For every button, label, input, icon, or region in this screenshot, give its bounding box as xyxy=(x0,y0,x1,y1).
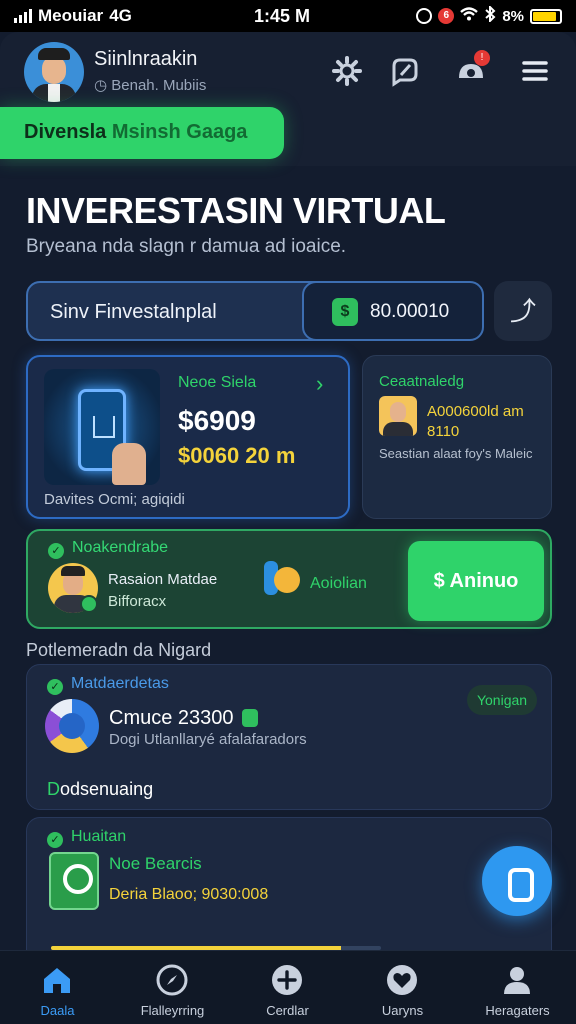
filter-button[interactable]: ⤴ xyxy=(494,281,552,341)
promo-text-a: Divensla xyxy=(24,121,112,143)
featured-footer: Davites Ocmi; agiqidi xyxy=(44,491,185,508)
bluetooth-icon xyxy=(484,4,496,26)
featured-investment-card[interactable]: Neoe Siela › $6909 $0060 20 m Davites Oc… xyxy=(26,355,350,519)
wallet-icon: $ xyxy=(332,298,358,326)
side-card-title: Ceaatnaledg xyxy=(379,373,465,390)
user-subtitle: ◷ Benah. Mubiis xyxy=(94,76,206,94)
recommended-title-text: Noakendrabe xyxy=(72,539,169,556)
list-item-footer-initial: D xyxy=(47,779,60,799)
profile-icon xyxy=(500,963,534,997)
nav-home[interactable]: Daala xyxy=(0,951,115,1024)
clock-small-icon: ◷ xyxy=(94,77,112,94)
balance-value: 80.00010 xyxy=(370,301,450,322)
filter-icon: ⤴ xyxy=(509,296,536,326)
nav-label: Flalleyrring xyxy=(140,1003,205,1018)
recommended-action-label: Aoiolian xyxy=(310,575,367,592)
side-card-avatar xyxy=(379,396,417,436)
user-subtitle-text: Benah. Mubiis xyxy=(111,77,207,94)
recommended-card: ✓ Noakendrabe Rasaion Matdae Bifforacx Ao… xyxy=(26,529,552,629)
verified-badge-icon xyxy=(80,595,98,613)
invest-button[interactable]: $ Aninuo xyxy=(408,541,544,621)
status-badge[interactable]: Yonigan xyxy=(467,685,537,715)
nav-label: Daala xyxy=(40,1003,75,1018)
user-name: Siinlnraakin xyxy=(94,48,198,70)
list-item-tag: ✓ Huaitan xyxy=(47,828,126,848)
wallet-icon xyxy=(241,709,258,727)
side-card-value: A000600ld am 8110 xyxy=(427,403,524,440)
list-item-title-text: Cmuce 23300 xyxy=(109,707,234,729)
nav-favorites[interactable]: Uaryns xyxy=(345,951,460,1024)
list-item-tag-text: Matdaerdetas xyxy=(71,675,169,692)
list-item-tag: ✓ Matdaerdetas xyxy=(47,675,169,695)
network-label: 4G xyxy=(109,6,132,25)
status-right: 6 8% xyxy=(416,4,562,26)
signal-icon xyxy=(14,9,32,23)
notification-badge: 6 xyxy=(438,8,455,24)
smart-home-thumbnail xyxy=(44,369,160,485)
recommended-line-1: Rasaion Matdae xyxy=(108,571,218,588)
nav-label: Cerdlar xyxy=(266,1003,309,1018)
balance-pill[interactable]: $ 80.00010 xyxy=(302,281,484,341)
list-item-footer[interactable]: Dodsenuaing xyxy=(47,779,153,800)
menu-icon[interactable] xyxy=(518,54,552,88)
nav-label: Heragaters xyxy=(485,1003,550,1018)
settings-icon[interactable] xyxy=(330,54,364,88)
bottom-nav: Daala Flalleyrring Cerdlar Uaryns Heraga… xyxy=(0,950,576,1024)
edit-icon[interactable] xyxy=(388,54,422,88)
promo-text-b: Msinsh Gaaga xyxy=(111,121,248,143)
featured-value: $6909 xyxy=(178,405,256,436)
status-left: Meouiar 4G xyxy=(14,6,132,26)
recommended-line-2: Bifforacx xyxy=(108,593,167,610)
add-icon xyxy=(270,963,304,997)
promo-banner[interactable]: Divensla Msinsh Gaaga xyxy=(0,107,284,159)
notifications-icon[interactable]: ! xyxy=(454,50,490,88)
nav-profile[interactable]: Heragaters xyxy=(460,951,575,1024)
list-item[interactable]: ✓ Huaitan Noe Bearcis Deria Blaoo; 9030:0… xyxy=(26,817,552,967)
floating-action-button[interactable] xyxy=(482,846,552,916)
investment-search-field[interactable]: Sinv Finvestalnplal $ 80.00010 xyxy=(26,281,484,341)
list-item[interactable]: ✓ Matdaerdetas Yonigan Cmuce 23300 Dogi U… xyxy=(26,664,552,810)
recommended-text: Rasaion Matdae Bifforacx xyxy=(108,569,217,613)
avatar[interactable] xyxy=(24,42,84,102)
heart-icon xyxy=(385,963,419,997)
invest-button-label: Aninuo xyxy=(449,570,519,592)
clock: 1:45 M xyxy=(254,6,311,26)
wifi-icon xyxy=(460,7,479,25)
nav-explore[interactable]: Flalleyrring xyxy=(115,951,230,1024)
featured-tag: Neoe Siela xyxy=(178,374,257,391)
battery-percent: 8% xyxy=(502,7,524,25)
dollar-icon: $ xyxy=(433,570,450,592)
sync-icon xyxy=(416,8,433,24)
battery-icon xyxy=(530,8,562,24)
check-icon: ✓ xyxy=(47,679,63,695)
list-item-title: Noe Bearcis xyxy=(109,854,202,873)
list-item-subtitle: Deria Blaoo; 9030:008 xyxy=(109,886,269,903)
home-icon xyxy=(40,963,74,997)
side-card-note: Seastian alaat foy's Maleic xyxy=(379,446,533,461)
page-title: INVERESTASIN VIRTUAL xyxy=(26,190,446,231)
list-item-footer-text: odsenuaing xyxy=(60,779,154,799)
chevron-right-icon[interactable]: › xyxy=(316,371,323,397)
coin-icon xyxy=(264,561,300,597)
list-item-tag-text: Huaitan xyxy=(71,828,127,845)
status-bar: Meouiar 4G 1:45 M 6 8% xyxy=(0,0,576,32)
check-icon: ✓ xyxy=(47,832,63,848)
featured-value-secondary: $0060 20 m xyxy=(178,443,296,468)
search-label: Sinv Finvestalnplal xyxy=(50,301,217,323)
nav-label: Uaryns xyxy=(381,1003,424,1018)
recommended-title: ✓ Noakendrabe xyxy=(48,539,168,559)
notifications-dot: ! xyxy=(474,50,490,66)
check-icon: ✓ xyxy=(48,543,64,559)
list-item-title: Cmuce 23300 xyxy=(109,707,258,730)
badge-logo-icon xyxy=(49,852,99,910)
nav-add[interactable]: Cerdlar xyxy=(230,951,345,1024)
list-item-subtitle: Dogi Utlanllaryé afalafaradors xyxy=(109,731,307,748)
page-subtitle: Bryeana nda slagn r damua ad ioaice. xyxy=(26,236,347,257)
compass-icon xyxy=(155,963,189,997)
app-logo-icon xyxy=(45,699,99,753)
side-info-card[interactable]: Ceaatnaledg A000600ld am 8110 Seastian a… xyxy=(362,355,552,519)
section-title: Potlemeradn da Nigard xyxy=(26,640,212,660)
carrier-label: Meouiar xyxy=(38,6,104,25)
